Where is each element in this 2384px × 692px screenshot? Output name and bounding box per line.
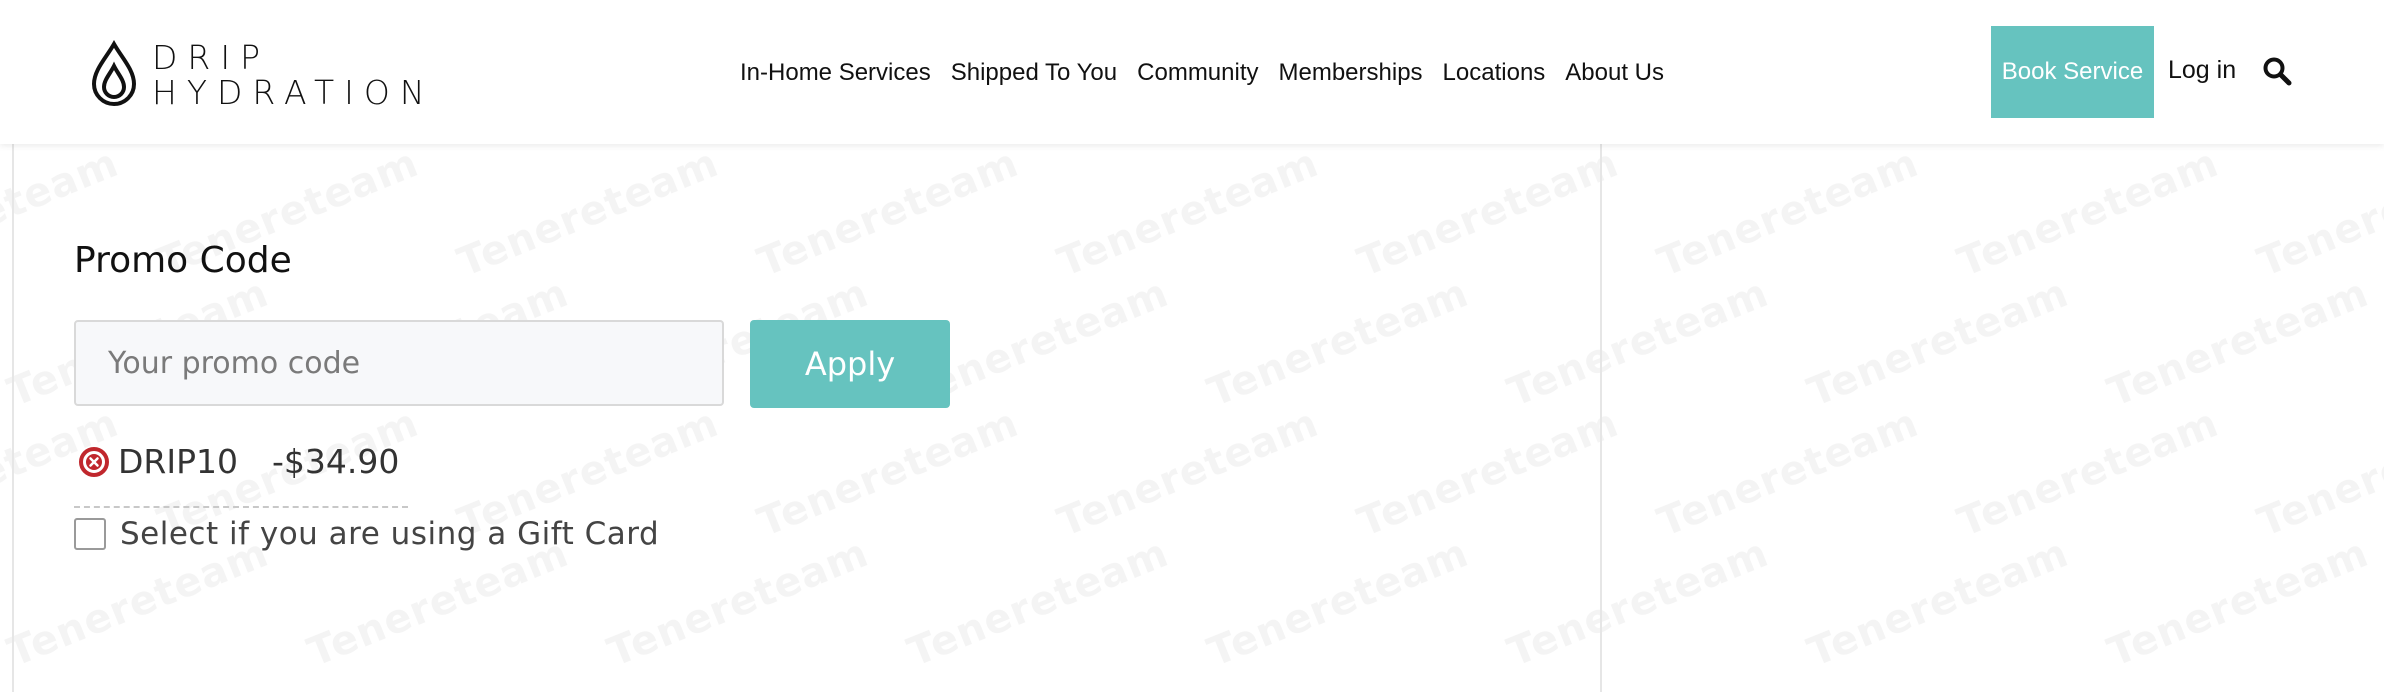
column-divider (1600, 144, 1602, 692)
search-icon[interactable] (2262, 56, 2292, 86)
promo-code-title: Promo Code (74, 240, 292, 281)
nav-about-us[interactable]: About Us (1565, 59, 1664, 87)
nav-community[interactable]: Community (1137, 59, 1258, 87)
applied-promo: DRIP10 -$34.90 (78, 442, 399, 481)
remove-circle-icon[interactable] (78, 446, 110, 478)
logo-line1: DRIP (152, 38, 270, 78)
nav-locations[interactable]: Locations (1443, 59, 1546, 87)
logo-line2: HYDRATION (152, 73, 435, 112)
login-link[interactable]: Log in (2168, 56, 2236, 85)
applied-promo-code: DRIP10 (118, 442, 238, 481)
applied-promo-discount: -$34.90 (271, 442, 400, 481)
logo-text: DRIP HYDRATION (152, 41, 435, 110)
left-divider (12, 144, 14, 692)
main-nav: In-Home Services Shipped To You Communit… (740, 56, 1684, 90)
drop-logo-icon (91, 40, 137, 106)
checkout-content: Promo Code Apply DRIP10 -$34.90 Select i… (0, 144, 2384, 692)
nav-shipped-to-you[interactable]: Shipped To You (951, 59, 1117, 87)
book-service-button[interactable]: Book Service (1991, 26, 2154, 118)
site-header: DRIP HYDRATION In-Home Services Shipped … (0, 0, 2384, 144)
logo[interactable]: DRIP HYDRATION (88, 38, 453, 114)
promo-divider (74, 506, 408, 508)
nav-in-home-services[interactable]: In-Home Services (740, 59, 931, 87)
gift-card-option[interactable]: Select if you are using a Gift Card (74, 516, 659, 552)
nav-memberships[interactable]: Memberships (1279, 59, 1423, 87)
gift-card-checkbox[interactable] (74, 518, 106, 550)
promo-code-input[interactable] (74, 320, 724, 406)
gift-card-label: Select if you are using a Gift Card (120, 516, 660, 552)
apply-button[interactable]: Apply (750, 320, 950, 408)
